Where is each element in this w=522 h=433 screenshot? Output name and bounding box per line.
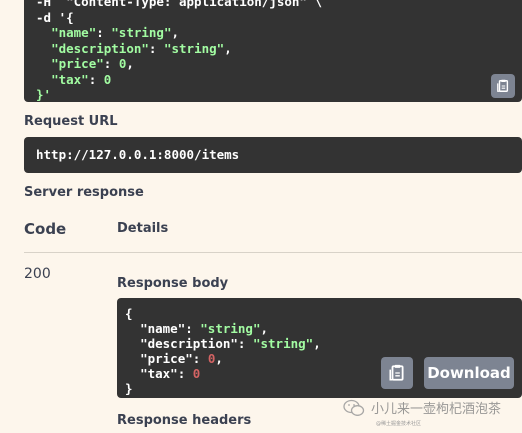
download-button[interactable]: Download [424,357,514,389]
curl-tax-key: "tax" [51,71,89,87]
response-body-label: Response body [117,276,229,291]
copy-response-button[interactable] [381,357,413,389]
curl-header-line: -H "Content-Type: application/json" \ [36,0,322,9]
body-tax-value: 0 [192,366,201,381]
curl-price-value: 0 [118,56,127,71]
curl-description-key: "description" [51,40,149,56]
curl-price-key: "price" [51,56,104,71]
copy-icon [389,364,404,381]
body-description-key: "description" [140,336,238,351]
curl-data-line: -d '{ [36,9,74,25]
curl-description-value: "string" [163,40,225,56]
response-code: 200 [24,266,51,282]
details-column-header: Details [117,221,169,236]
response-headers-label: Response headers [117,413,252,428]
body-close-brace: } [125,381,133,396]
body-name-key: "name" [140,321,186,336]
copy-curl-button[interactable] [491,74,515,98]
response-body-code: { "name": "string", "description": "stri… [125,306,321,396]
copy-icon [497,79,509,92]
watermark-subtext: @稀土掘金技术社区 [376,421,422,427]
request-url-panel: http://127.0.0.1:8000/items [24,137,522,173]
curl-end-line: }' [36,87,52,102]
curl-command-code: -H "Content-Type: application/json" \ -d… [36,0,322,103]
curl-tax-value: 0 [103,71,112,87]
body-open-brace: { [125,306,133,321]
watermark-text: 小儿来一壶枸杞酒泡茶 [371,402,502,417]
body-tax-key: "tax" [140,366,178,381]
curl-name-key: "name" [51,25,97,40]
request-url-label: Request URL [24,114,118,129]
curl-command-panel: -H "Content-Type: application/json" \ -d… [24,0,522,102]
body-price-value: 0 [207,351,216,366]
response-table-divider [24,252,522,253]
body-description-value: "string" [252,336,314,351]
curl-name-value: "string" [111,25,172,40]
request-url-value: http://127.0.0.1:8000/items [36,147,240,162]
body-name-value: "string" [200,321,261,336]
body-price-key: "price" [140,351,193,366]
server-response-label: Server response [24,185,144,200]
code-column-header: Code [24,220,67,238]
watermark: 小儿来一壶枸杞酒泡茶 [343,398,501,417]
wechat-icon [343,399,365,416]
